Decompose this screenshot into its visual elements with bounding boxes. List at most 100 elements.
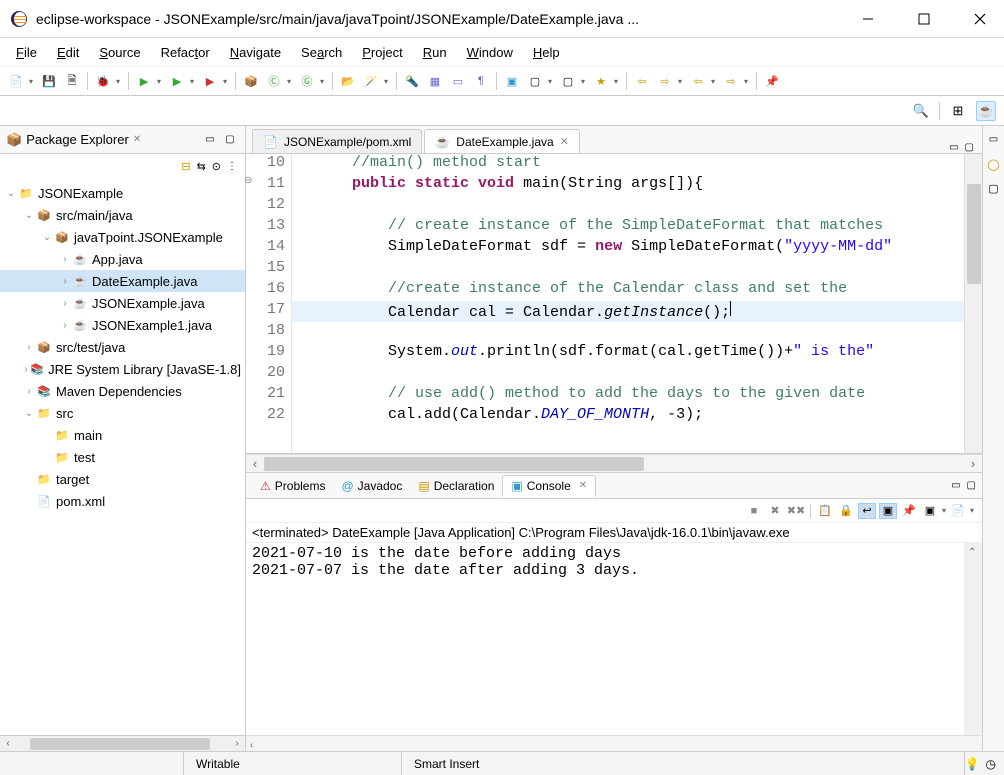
remove-all-icon[interactable]: ✖✖ [787, 503, 805, 519]
wand-icon[interactable]: 🪄 [361, 71, 381, 91]
menu-file[interactable]: File [8, 43, 45, 62]
new-icon[interactable]: 📄 [6, 71, 26, 91]
tree-target[interactable]: 📁target [0, 468, 245, 490]
tab-pom[interactable]: 📄JSONExample/pom.xml [252, 129, 422, 153]
console-vscroll[interactable]: ⌃ [964, 543, 982, 735]
collapse-all-icon[interactable]: ⊟ [181, 160, 190, 173]
new-package-icon[interactable]: 📦 [241, 71, 261, 91]
show-console-icon[interactable]: ▣ [879, 503, 897, 519]
terminate-icon[interactable]: ■ [745, 503, 763, 519]
tree-json-example[interactable]: ›☕JSONExample.java [0, 292, 245, 314]
tab-declaration[interactable]: ▤Declaration [410, 475, 502, 497]
menu-help[interactable]: Help [525, 43, 568, 62]
editor-vscroll[interactable] [964, 154, 982, 453]
tree-package[interactable]: ⌄📦javaTpoint.JSONExample [0, 226, 245, 248]
tab-date-example[interactable]: ☕DateExample.java✕ [424, 129, 580, 153]
toggle-comment-icon[interactable]: ▦ [425, 71, 445, 91]
tree-src-test[interactable]: ›📦src/test/java [0, 336, 245, 358]
task-icon[interactable]: ▢ [525, 71, 545, 91]
tree-maven[interactable]: ›📚Maven Dependencies [0, 380, 245, 402]
menu-window[interactable]: Window [459, 43, 521, 62]
coverage-icon[interactable]: ▶ [167, 71, 187, 91]
close-button[interactable] [966, 5, 994, 33]
status-icon[interactable]: ◷ [986, 757, 996, 771]
debug-icon[interactable]: 🐞 [93, 71, 113, 91]
menu-source[interactable]: Source [91, 43, 148, 62]
editor-hscroll[interactable]: ‹ › [246, 454, 982, 472]
console-hscroll[interactable]: ‹ [246, 735, 982, 751]
back-icon[interactable]: ⇦ [632, 71, 652, 91]
tree-project[interactable]: ⌄📁JSONExample [0, 182, 245, 204]
perspective-toolbar: 🔍 ⊞ ☕ [0, 96, 1004, 126]
word-wrap-icon[interactable]: ↩ [858, 503, 876, 519]
clear-console-icon[interactable]: 📋 [816, 503, 834, 519]
pilcrow-icon[interactable]: ¶ [471, 71, 491, 91]
close-tab-icon[interactable]: ✕ [560, 135, 569, 148]
code-content[interactable]: //main() method start public static void… [292, 154, 964, 453]
link-editor-icon[interactable]: ⇆ [197, 160, 206, 173]
tip-icon[interactable]: 💡 [965, 757, 980, 771]
window-buttons [854, 5, 994, 33]
menu-project[interactable]: Project [354, 43, 410, 62]
pin-icon[interactable]: 📌 [762, 71, 782, 91]
maximize-view-icon[interactable]: ▢ [221, 131, 239, 149]
open-console-icon[interactable]: 📄 [949, 503, 967, 519]
tree-test-folder[interactable]: 📁test [0, 446, 245, 468]
close-view-icon[interactable]: ✕ [133, 134, 141, 145]
terminal-icon[interactable]: ▣ [502, 71, 522, 91]
tree-app-java[interactable]: ›☕App.java [0, 248, 245, 270]
menu-refactor[interactable]: Refactor [153, 43, 218, 62]
nav-back-icon[interactable]: ⇦ [688, 71, 708, 91]
console-line: 2021-07-10 is the date before adding day… [252, 545, 976, 562]
display-console-icon[interactable]: ▣ [921, 503, 939, 519]
remove-launch-icon[interactable]: ✖ [766, 503, 784, 519]
task2-icon[interactable]: ▢ [558, 71, 578, 91]
focus-icon[interactable]: ⊙ [212, 160, 221, 173]
save-icon[interactable]: 💾 [39, 71, 59, 91]
menu-run[interactable]: Run [415, 43, 455, 62]
maximize-editor-icon[interactable]: ▢ [965, 142, 974, 153]
run-icon[interactable]: ▶ [134, 71, 154, 91]
tab-problems[interactable]: ⚠Problems [252, 475, 333, 497]
maximize-bottom-icon[interactable]: ▢ [967, 480, 976, 491]
outline-bar[interactable]: ▭ ◯ ▢ [982, 126, 1004, 751]
tree-src[interactable]: ⌄📁src [0, 402, 245, 424]
forward-icon[interactable]: ⇨ [655, 71, 675, 91]
console-output[interactable]: 2021-07-10 is the date before adding day… [246, 543, 982, 735]
block-select-icon[interactable]: ▭ [448, 71, 468, 91]
tree-date-example[interactable]: ›☕DateExample.java [0, 270, 245, 292]
tree-json-example1[interactable]: ›☕JSONExample1.java [0, 314, 245, 336]
tab-console[interactable]: ▣Console✕ [502, 475, 596, 497]
maximize-button[interactable] [910, 5, 938, 33]
search-icon[interactable]: 🔦 [402, 71, 422, 91]
open-perspective-icon[interactable]: ⊞ [948, 101, 968, 121]
code-editor[interactable]: 10 ⊖11 12 13 14 15 16 17 18 19 20 21 22 … [246, 154, 982, 454]
tree-pom[interactable]: 📄pom.xml [0, 490, 245, 512]
minimize-button[interactable] [854, 5, 882, 33]
tree-src-main[interactable]: ⌄📦src/main/java [0, 204, 245, 226]
scroll-lock-icon[interactable]: 🔒 [837, 503, 855, 519]
sidebar-hscroll[interactable]: ‹ › [0, 735, 245, 751]
status-insert: Smart Insert [402, 752, 965, 775]
minimize-view-icon[interactable]: ▭ [201, 131, 219, 149]
quick-access-icon[interactable]: 🔍 [911, 101, 931, 121]
nav-fwd-icon[interactable]: ⇨ [721, 71, 741, 91]
view-menu-icon[interactable]: ⋮ [227, 161, 237, 172]
bookmark-icon[interactable]: ★ [591, 71, 611, 91]
open-type-icon[interactable]: 📂 [338, 71, 358, 91]
minimize-editor-icon[interactable]: ▭ [949, 142, 958, 153]
java-perspective-icon[interactable]: ☕ [976, 101, 996, 121]
menu-search[interactable]: Search [293, 43, 350, 62]
project-tree[interactable]: ⌄📁JSONExample ⌄📦src/main/java ⌄📦javaTpoi… [0, 178, 245, 735]
minimize-bottom-icon[interactable]: ▭ [951, 480, 960, 491]
new-type-icon[interactable]: Ⓖ [297, 71, 317, 91]
tree-jre[interactable]: ›📚JRE System Library [JavaSE-1.8] [0, 358, 245, 380]
pin-console-icon[interactable]: 📌 [900, 503, 918, 519]
new-class-icon[interactable]: Ⓒ [264, 71, 284, 91]
menu-navigate[interactable]: Navigate [222, 43, 289, 62]
save-all-icon[interactable]: 🗎 [62, 71, 82, 91]
menu-edit[interactable]: Edit [49, 43, 87, 62]
tree-main-folder[interactable]: 📁main [0, 424, 245, 446]
tab-javadoc[interactable]: @Javadoc [333, 475, 410, 497]
run-last-icon[interactable]: ▶ [200, 71, 220, 91]
